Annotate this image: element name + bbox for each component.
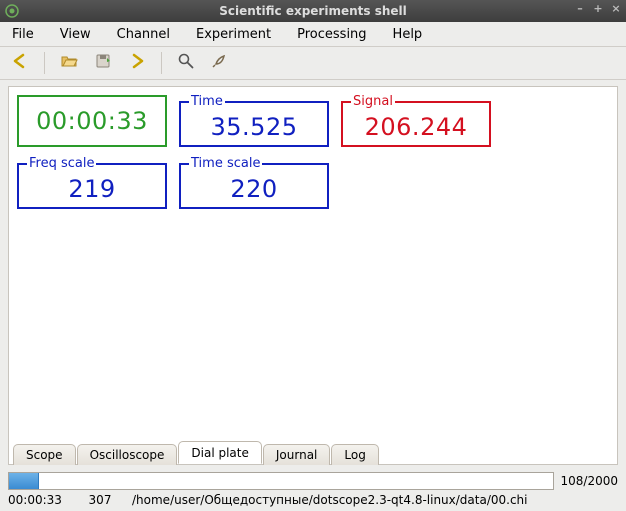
status-count: 307: [74, 493, 126, 507]
forward-icon: [128, 52, 146, 74]
readout-elapsed-value: 00:00:33: [36, 107, 148, 135]
app-icon: [4, 3, 20, 19]
menu-help[interactable]: Help: [387, 25, 429, 44]
back-icon: [11, 52, 29, 74]
tab-oscilloscope[interactable]: Oscilloscope: [77, 444, 178, 465]
tab-scope[interactable]: Scope: [13, 444, 76, 465]
save-icon: [94, 52, 112, 74]
readout-freq-scale: Freq scale 219: [17, 157, 167, 209]
minimize-button[interactable]: –: [574, 2, 586, 15]
save-button[interactable]: [89, 49, 117, 77]
menu-view[interactable]: View: [54, 25, 97, 44]
titlebar: Scientific experiments shell – + ×: [0, 0, 626, 22]
menubar: File View Channel Experiment Processing …: [0, 22, 626, 47]
tab-journal[interactable]: Journal: [263, 444, 331, 465]
content-panel: 00:00:33 Time 35.525 Signal 206.244 Freq…: [8, 86, 618, 465]
readout-signal: Signal 206.244: [341, 95, 491, 147]
readout-signal-value: 206.244: [365, 113, 468, 141]
menu-experiment[interactable]: Experiment: [190, 25, 277, 44]
status-time: 00:00:33: [2, 493, 74, 507]
readout-time: Time 35.525: [179, 95, 329, 147]
tab-dial-plate[interactable]: Dial plate: [178, 441, 261, 464]
progress-fill: [9, 473, 39, 489]
forward-button[interactable]: [123, 49, 151, 77]
menu-channel[interactable]: Channel: [111, 25, 176, 44]
readout-signal-label: Signal: [351, 95, 395, 108]
readout-time-scale-label: Time scale: [189, 157, 262, 170]
tool-icon: [211, 52, 229, 74]
progress-label: 108/2000: [560, 474, 618, 488]
back-button[interactable]: [6, 49, 34, 77]
tab-log[interactable]: Log: [331, 444, 378, 465]
progress-bar[interactable]: [8, 472, 554, 490]
toolbar-separator: [44, 52, 45, 74]
open-icon: [60, 52, 78, 74]
maximize-button[interactable]: +: [592, 2, 604, 15]
status-path: /home/user/Общедоступные/dotscope2.3-qt4…: [126, 493, 624, 507]
tabs: Scope Oscilloscope Dial plate Journal Lo…: [9, 440, 617, 464]
readout-time-value: 35.525: [211, 113, 298, 141]
readout-time-scale: Time scale 220: [179, 157, 329, 209]
menu-file[interactable]: File: [6, 25, 40, 44]
menu-processing[interactable]: Processing: [291, 25, 372, 44]
readout-time-scale-value: 220: [230, 175, 277, 203]
readout-time-label: Time: [189, 95, 225, 108]
dial-plate: 00:00:33 Time 35.525 Signal 206.244 Freq…: [9, 87, 617, 217]
tool-button[interactable]: [206, 49, 234, 77]
window-title: Scientific experiments shell: [0, 4, 626, 18]
open-button[interactable]: [55, 49, 83, 77]
zoom-icon: [177, 52, 195, 74]
progress-row: 108/2000: [8, 471, 618, 491]
toolbar: [0, 47, 626, 80]
close-button[interactable]: ×: [610, 2, 622, 15]
readout-freq-scale-value: 219: [68, 175, 115, 203]
toolbar-separator: [161, 52, 162, 74]
zoom-button[interactable]: [172, 49, 200, 77]
window-controls: – + ×: [574, 2, 622, 15]
app-window: Scientific experiments shell – + × File …: [0, 0, 626, 511]
readout-elapsed: 00:00:33: [17, 95, 167, 147]
statusbar: 00:00:33 307 /home/user/Общедоступные/do…: [0, 491, 626, 511]
readout-freq-scale-label: Freq scale: [27, 157, 96, 170]
